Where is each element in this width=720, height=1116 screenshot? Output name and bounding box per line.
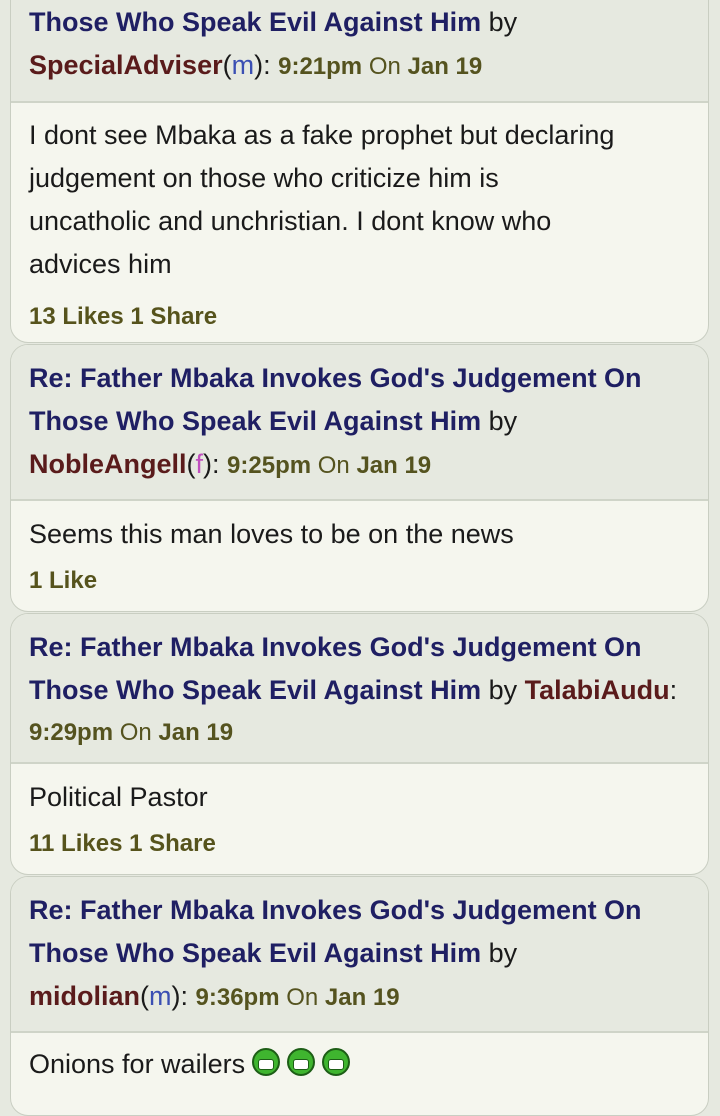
grin-icon	[322, 1048, 351, 1076]
post-title-link[interactable]: Those Who Speak Evil Against Him	[29, 938, 481, 968]
post-title-link[interactable]: Re: Father Mbaka Invokes God's Judgement…	[29, 363, 642, 393]
by-label: by	[488, 7, 518, 37]
post-body: I dont see Mbaka as a fake prophet but d…	[11, 103, 708, 332]
post-date: Jan 19	[324, 984, 400, 1011]
post-body: Seems this man loves to be on the news 1…	[11, 501, 708, 596]
username-link[interactable]: TalabiAudu	[525, 675, 670, 705]
by-label: by	[488, 938, 518, 968]
gender-label: m	[231, 50, 255, 80]
post-text-line: judgement on those who criticize him is	[29, 163, 499, 193]
post-header: Re: Father Mbaka Invokes God's Judgement…	[11, 345, 708, 501]
by-label: by	[488, 406, 518, 436]
gender-label: f	[195, 449, 204, 479]
post-text-line: I dont see Mbaka as a fake prophet but d…	[29, 120, 615, 150]
post-text: Seems this man loves to be on the news	[29, 519, 514, 549]
post-time: 9:29pm	[29, 719, 114, 746]
post-date: Jan 19	[356, 452, 432, 479]
post-time: 9:25pm	[227, 452, 312, 479]
likes-link[interactable]: 1 Like	[29, 566, 690, 596]
likes-shares-link[interactable]: 13 Likes 1 Share	[29, 302, 690, 332]
post-title-link[interactable]: Those Who Speak Evil Against Him	[29, 675, 481, 705]
post-title-link[interactable]: Re: Father Mbaka Invokes God's Judgement…	[29, 895, 642, 925]
post-date: Jan 19	[158, 719, 234, 746]
username-link[interactable]: midolian	[29, 981, 140, 1011]
forum-post: Re: Father Mbaka Invokes God's Judgement…	[10, 613, 709, 875]
post-text-line: uncatholic and unchristian. I dont know …	[29, 206, 552, 236]
forum-post: Re: Father Mbaka Invokes God's Judgement…	[10, 876, 709, 1116]
grin-icon	[287, 1048, 316, 1076]
post-time: 9:21pm	[278, 53, 363, 80]
username-link[interactable]: NobleAngell	[29, 449, 187, 479]
by-label: by	[488, 675, 518, 705]
post-title-link[interactable]: Those Who Speak Evil Against Him	[29, 7, 481, 37]
post-date: Jan 19	[407, 53, 483, 80]
post-text: Onions for wailers	[29, 1049, 246, 1079]
post-body: Political Pastor 11 Likes 1 Share	[11, 764, 708, 859]
post-time: 9:36pm	[195, 984, 280, 1011]
post-header: Re: Father Mbaka Invokes God's Judgement…	[11, 877, 708, 1033]
post-header: Re: Father Mbaka Invokes God's Judgement…	[11, 614, 708, 764]
grin-icon	[252, 1048, 281, 1076]
post-text: Political Pastor	[29, 782, 208, 812]
likes-shares-link[interactable]: 11 Likes 1 Share	[29, 829, 690, 859]
forum-post: Re: Father Mbaka Invokes God's Judgement…	[10, 344, 709, 612]
post-text-line: advices him	[29, 249, 172, 279]
post-header: Those Who Speak Evil Against Him by Spec…	[11, 0, 708, 103]
gender-label: m	[149, 981, 172, 1011]
post-title-link[interactable]: Re: Father Mbaka Invokes God's Judgement…	[29, 632, 642, 662]
post-body: Onions for wailers	[11, 1033, 708, 1086]
forum-post: Those Who Speak Evil Against Him by Spec…	[10, 0, 709, 343]
post-title-link[interactable]: Those Who Speak Evil Against Him	[29, 406, 481, 436]
username-link[interactable]: SpecialAdviser	[29, 50, 223, 80]
